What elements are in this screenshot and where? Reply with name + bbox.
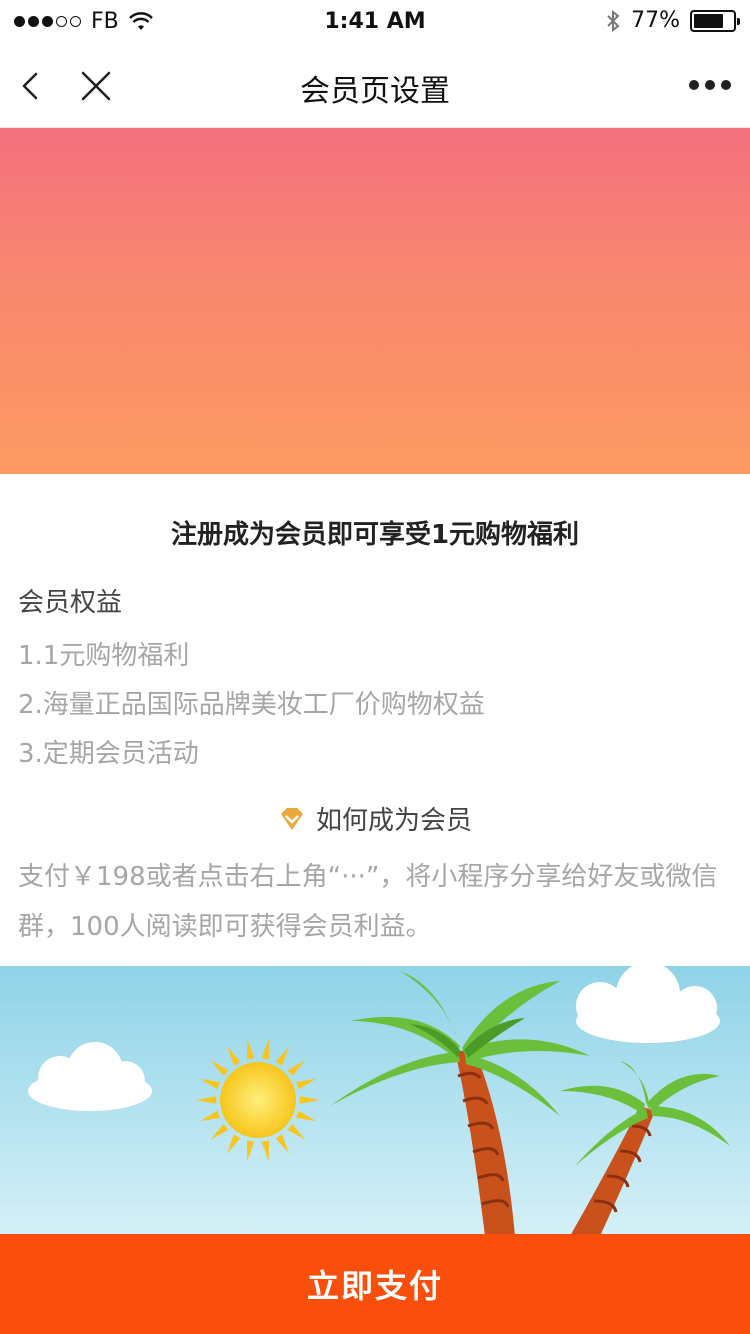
- nav-bar: 会员页设置: [0, 44, 750, 128]
- beach-illustration: [0, 966, 750, 1236]
- diamond-icon: [280, 807, 303, 830]
- status-bar: FB 1:41 AM 77%: [0, 0, 750, 44]
- benefit-item: 3.定期会员活动: [18, 739, 199, 769]
- how-to-join-title: 如何成为会员: [315, 806, 472, 836]
- benefits-list: 1.1元购物福利 2.海量正品国际品牌美妆工厂价购物权益 3.定期会员活动: [18, 636, 738, 783]
- header-banner: [0, 128, 750, 474]
- page-title: 会员页设置: [300, 74, 450, 109]
- benefits-title: 会员权益: [18, 588, 123, 618]
- battery-percent: 77%: [631, 8, 680, 33]
- status-right: 77%: [605, 8, 740, 33]
- how-to-join-description: 支付￥198或者点击右上角“···”，将小程序分享给好友或微信群，100人阅读即…: [18, 862, 718, 942]
- how-to-join-heading: 如何成为会员: [0, 800, 750, 837]
- battery-fill: [694, 13, 724, 28]
- benefit-item: 1.1元购物福利: [18, 641, 190, 671]
- bluetooth-icon: [607, 9, 620, 32]
- benefit-item: 2.海量正品国际品牌美妆工厂价购物权益: [18, 690, 485, 720]
- membership-headline: 注册成为会员即可享受1元购物福利: [170, 520, 580, 550]
- more-dots-icon[interactable]: [688, 70, 732, 100]
- pay-now-button[interactable]: 立即支付: [0, 1234, 750, 1334]
- battery-icon: [690, 9, 740, 32]
